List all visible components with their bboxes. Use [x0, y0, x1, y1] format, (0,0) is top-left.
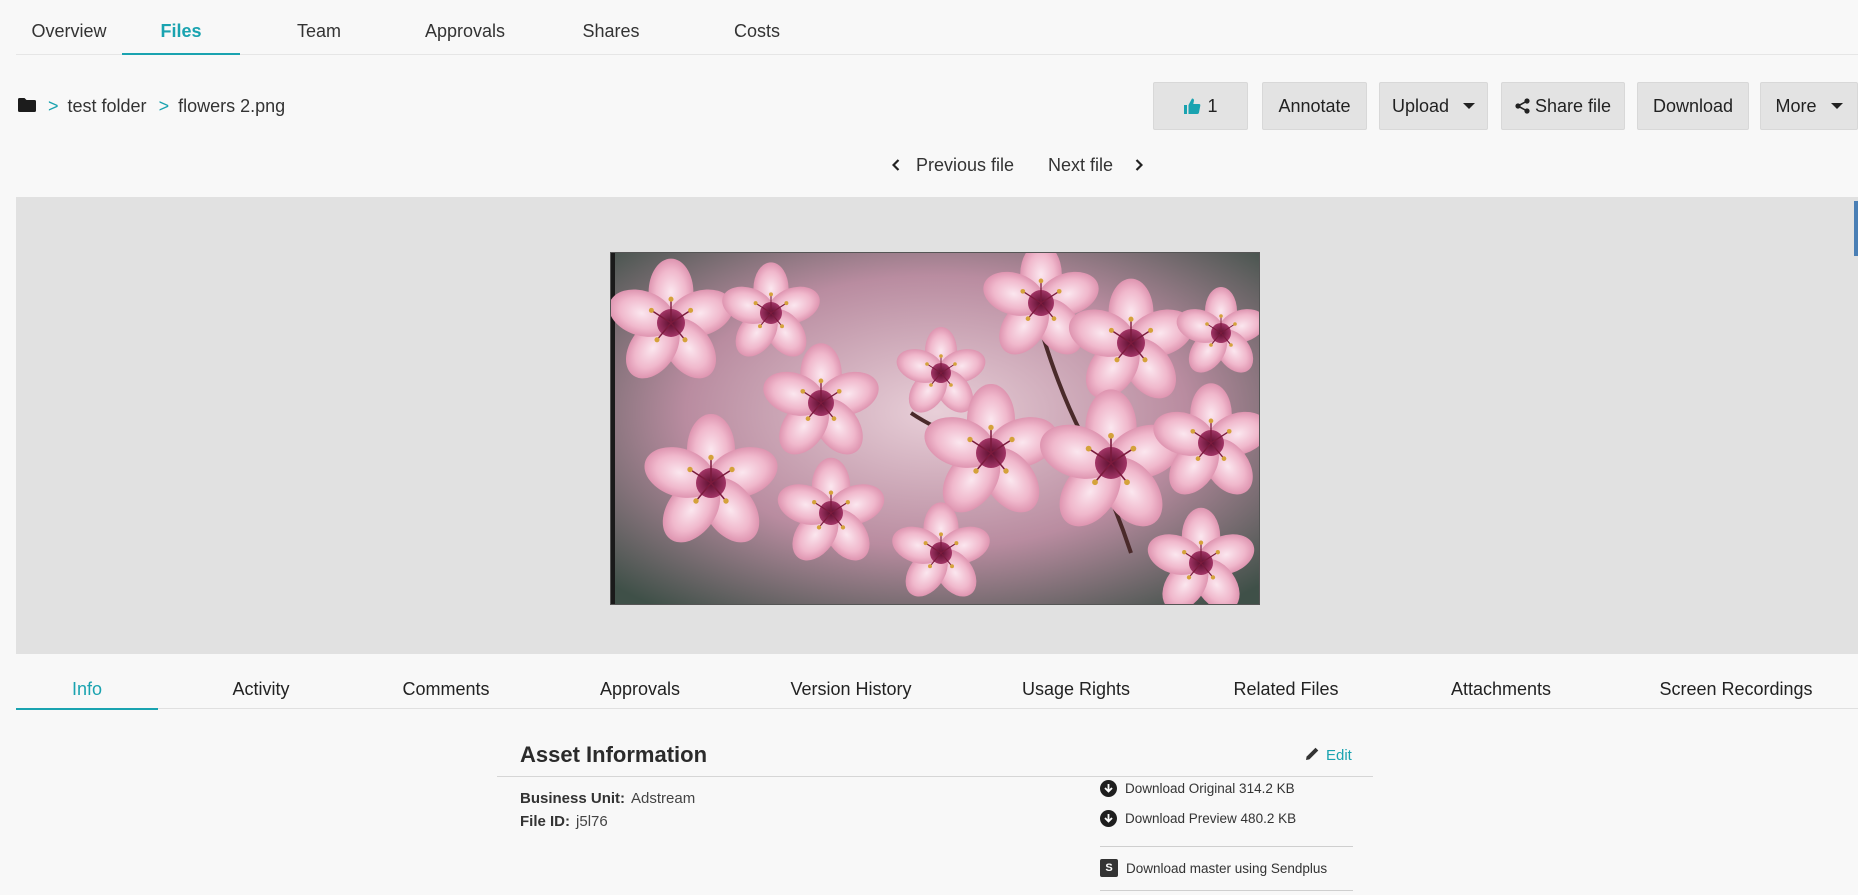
tab-approvals-detail[interactable]: Approvals — [570, 671, 710, 709]
tab-info[interactable]: Info — [16, 671, 158, 710]
download-button[interactable]: Download — [1637, 82, 1749, 130]
download-icon — [1100, 810, 1117, 827]
scrollbar-thumb[interactable] — [1854, 201, 1858, 256]
tab-costs[interactable]: Costs — [702, 0, 812, 55]
tab-overview[interactable]: Overview — [16, 0, 122, 55]
tab-shares[interactable]: Shares — [556, 0, 666, 55]
file-preview-image[interactable] — [610, 252, 1260, 605]
tab-approvals[interactable]: Approvals — [400, 0, 530, 55]
detail-tabs: Info Activity Comments Approvals Version… — [16, 671, 1858, 710]
folder-icon[interactable] — [18, 96, 36, 117]
edit-label: Edit — [1326, 747, 1352, 764]
upload-label: Upload — [1391, 95, 1450, 116]
previous-file-link[interactable]: Previous file — [891, 152, 1015, 178]
more-button[interactable]: More — [1760, 82, 1858, 130]
field-label: Business Unit: — [520, 790, 626, 807]
divider — [1100, 846, 1353, 847]
share-file-label: Share file — [1534, 95, 1612, 116]
share-file-button[interactable]: Share file — [1501, 82, 1625, 130]
edit-button[interactable]: Edit — [1305, 746, 1352, 765]
breadcrumb-separator: > — [158, 95, 170, 116]
field-label: File ID: — [520, 813, 571, 830]
breadcrumb: > test folder > flowers 2.png — [18, 94, 285, 118]
upload-button[interactable]: Upload — [1379, 82, 1488, 130]
chevron-right-icon — [1135, 155, 1144, 176]
pencil-icon — [1305, 746, 1326, 765]
tab-files[interactable]: Files — [122, 0, 240, 55]
share-icon — [1515, 98, 1530, 114]
business-unit-field: Business Unit: Adstream — [520, 790, 695, 807]
sendplus-icon: S — [1100, 859, 1118, 877]
next-file-link[interactable]: Next file — [1048, 152, 1144, 178]
divider — [1100, 890, 1353, 891]
tab-attachments[interactable]: Attachments — [1426, 671, 1576, 709]
more-label: More — [1775, 95, 1817, 116]
breadcrumb-separator: > — [48, 95, 59, 116]
tab-related-files[interactable]: Related Files — [1206, 671, 1366, 709]
download-preview-label: Download Preview 480.2 KB — [1125, 811, 1297, 826]
sendplus-label: Download master using Sendplus — [1126, 860, 1328, 876]
chevron-left-icon — [891, 155, 900, 176]
chevron-down-icon — [1830, 103, 1843, 109]
tab-screen-recordings[interactable]: Screen Recordings — [1636, 671, 1836, 709]
download-icon — [1100, 780, 1117, 797]
download-original-label: Download Original 314.2 KB — [1125, 781, 1295, 796]
previous-file-label: Previous file — [916, 154, 1015, 175]
chevron-down-icon — [1463, 103, 1476, 109]
divider — [497, 776, 1373, 777]
asset-information-title: Asset Information — [520, 742, 708, 767]
next-file-label: Next file — [1048, 154, 1114, 175]
top-nav: Overview Files Team Approvals Shares Cos… — [16, 0, 1858, 55]
asset-information-panel: Asset Information Edit Business Unit: Ads… — [497, 730, 1373, 895]
breadcrumb-folder[interactable]: test folder — [68, 96, 147, 117]
like-button[interactable]: 1 — [1153, 82, 1248, 130]
thumbs-up-icon — [1183, 97, 1201, 115]
file-preview-area — [16, 197, 1858, 654]
tab-team[interactable]: Team — [264, 0, 374, 55]
breadcrumb-file: flowers 2.png — [178, 95, 286, 116]
tab-activity[interactable]: Activity — [196, 671, 326, 709]
field-value: Adstream — [631, 790, 696, 807]
file-id-field: File ID: j5l76 — [520, 813, 608, 830]
tab-version-history[interactable]: Version History — [756, 671, 946, 709]
download-original-link[interactable]: Download Original 314.2 KB — [1100, 780, 1295, 797]
like-count: 1 — [1207, 95, 1218, 116]
sendplus-download-link[interactable]: S Download master using Sendplus — [1100, 859, 1327, 877]
field-value: j5l76 — [576, 813, 608, 830]
download-preview-link[interactable]: Download Preview 480.2 KB — [1100, 810, 1296, 827]
annotate-button[interactable]: Annotate — [1262, 82, 1367, 130]
tab-usage-rights[interactable]: Usage Rights — [996, 671, 1156, 709]
tab-comments[interactable]: Comments — [371, 671, 521, 709]
